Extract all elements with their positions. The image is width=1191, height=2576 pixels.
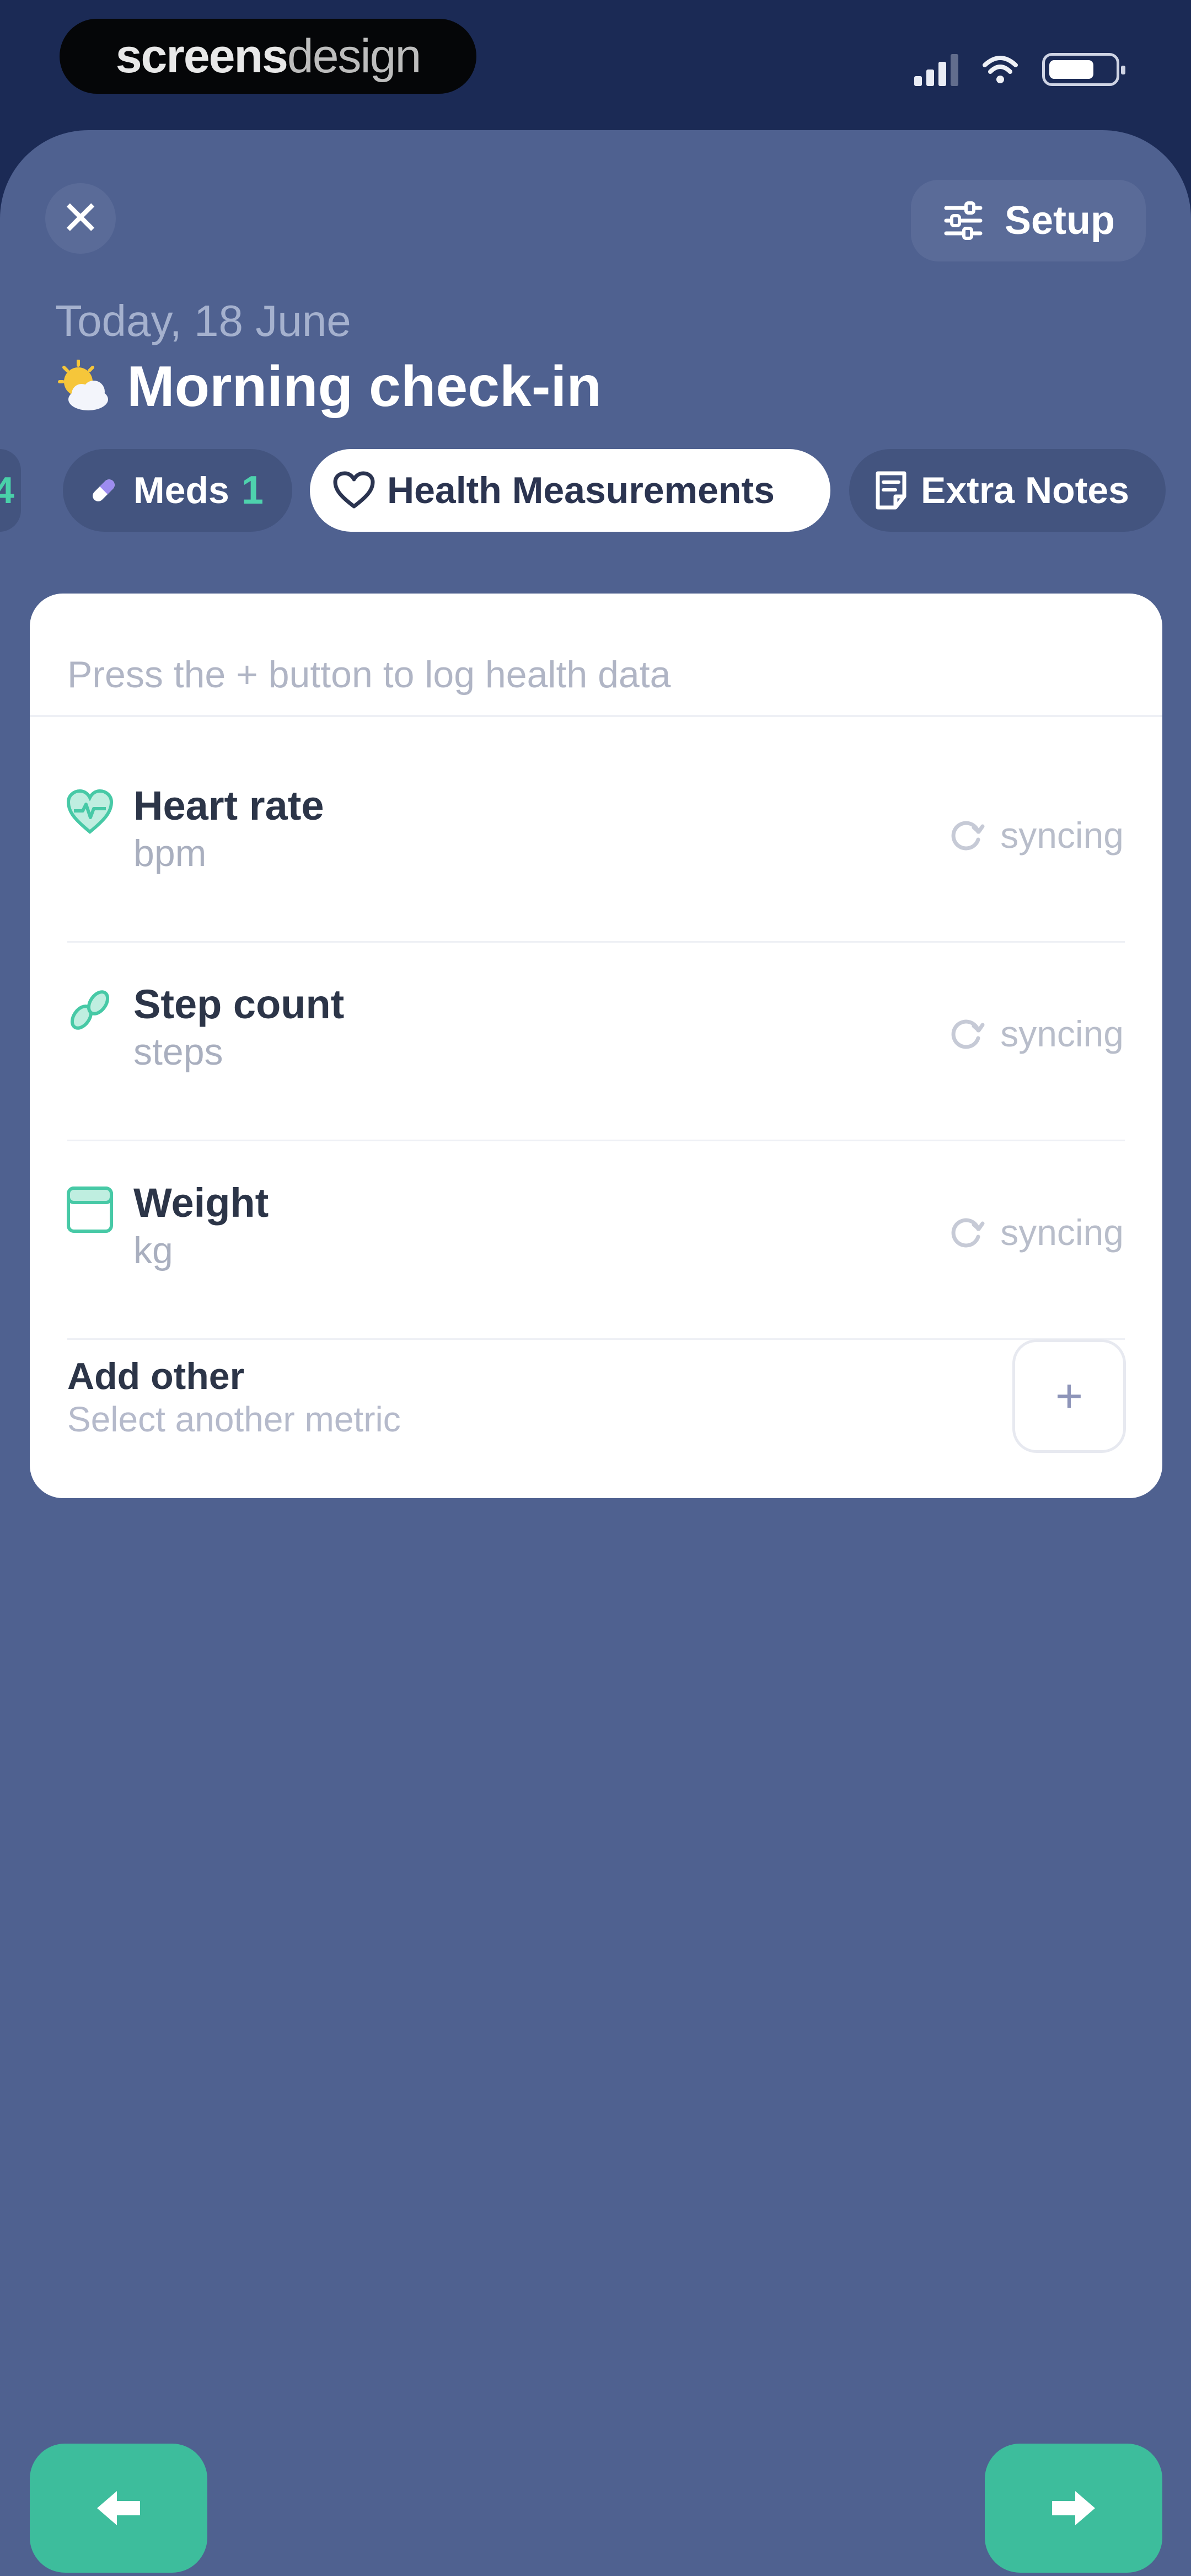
divider: [30, 715, 1162, 717]
tab-meds-count: 1: [241, 468, 264, 512]
brand-bold-text: screens: [115, 29, 288, 83]
sliders-icon: [944, 201, 983, 240]
sync-status: syncing: [946, 814, 1124, 856]
add-metric-button[interactable]: +: [1012, 1339, 1126, 1453]
brand-logo: screens design: [60, 19, 476, 94]
scale-icon: [67, 1187, 113, 1233]
status-bar: screens design: [0, 0, 1191, 132]
tab-previous[interactable]: 4: [0, 449, 21, 532]
tab-extra-notes-label: Extra Notes: [921, 469, 1129, 511]
tab-health-label: Health Measurements: [387, 469, 775, 511]
add-other-title: Add other: [67, 1355, 245, 1397]
add-other-row: Add other Select another metric +: [30, 1339, 1162, 1498]
wifi-icon: [983, 56, 1018, 83]
metric-unit: steps: [133, 1031, 223, 1073]
sync-icon: [951, 1218, 985, 1248]
page-title: Morning check-in: [127, 355, 602, 419]
date-text: Today, 18 June: [55, 296, 351, 345]
sync-icon: [951, 1019, 985, 1049]
sync-status: syncing: [946, 1013, 1124, 1055]
footsteps-icon: [70, 990, 110, 1030]
arrow-right-icon: [1052, 2491, 1095, 2525]
status-icons: [914, 49, 1125, 90]
check-in-sheet: ✕ Setup Today, 18 June Morning check-in …: [0, 130, 1191, 2576]
arrow-left-icon: [97, 2491, 140, 2525]
metric-row-heart-rate[interactable]: Heart rate bpm syncing: [30, 742, 1162, 941]
sync-status-text: syncing: [1000, 815, 1124, 856]
note-icon: [876, 471, 906, 510]
divider: [67, 1338, 1125, 1340]
metric-name: Heart rate: [133, 783, 324, 829]
back-button[interactable]: [30, 2444, 207, 2573]
close-button[interactable]: ✕: [45, 183, 116, 254]
metric-name: Step count: [133, 981, 345, 1027]
battery-icon: [1042, 53, 1125, 86]
brand-light-text: design: [287, 29, 421, 83]
pill-icon: [93, 479, 115, 501]
title-row: Morning check-in: [55, 354, 602, 420]
sync-status-text: syncing: [1000, 1212, 1124, 1253]
sync-icon: [951, 821, 985, 851]
heart-outline-icon: [333, 471, 375, 509]
setup-label: Setup: [1004, 199, 1115, 243]
tab-extra-notes[interactable]: Extra Notes: [849, 449, 1166, 532]
sync-status-text: syncing: [1000, 1013, 1124, 1054]
hint-text: Press the + button to log health data: [67, 654, 671, 696]
metric-row-step-count[interactable]: Step count steps syncing: [30, 941, 1162, 1140]
health-measurements-card: Press the + button to log health data He…: [30, 594, 1162, 1498]
tab-previous-count: 4: [0, 469, 14, 511]
tab-health-measurements[interactable]: Health Measurements: [310, 449, 830, 532]
sun-behind-cloud-icon: [58, 359, 108, 410]
cellular-signal-icon: [914, 53, 958, 86]
category-tabs: 4 Meds 1 Health Measurements Extra Notes: [0, 449, 1191, 537]
setup-button[interactable]: Setup: [911, 180, 1146, 261]
metric-name: Weight: [133, 1180, 269, 1226]
tab-meds-label: Meds: [133, 469, 229, 511]
metric-row-weight[interactable]: Weight kg syncing: [30, 1140, 1162, 1338]
heart-rate-icon: [66, 789, 114, 834]
tab-meds[interactable]: Meds 1: [63, 449, 292, 532]
add-other-subtitle: Select another metric: [67, 1399, 401, 1439]
metric-unit: kg: [133, 1230, 173, 1271]
metric-unit: bpm: [133, 832, 207, 874]
next-button[interactable]: [985, 2444, 1162, 2573]
sync-status: syncing: [946, 1211, 1124, 1253]
